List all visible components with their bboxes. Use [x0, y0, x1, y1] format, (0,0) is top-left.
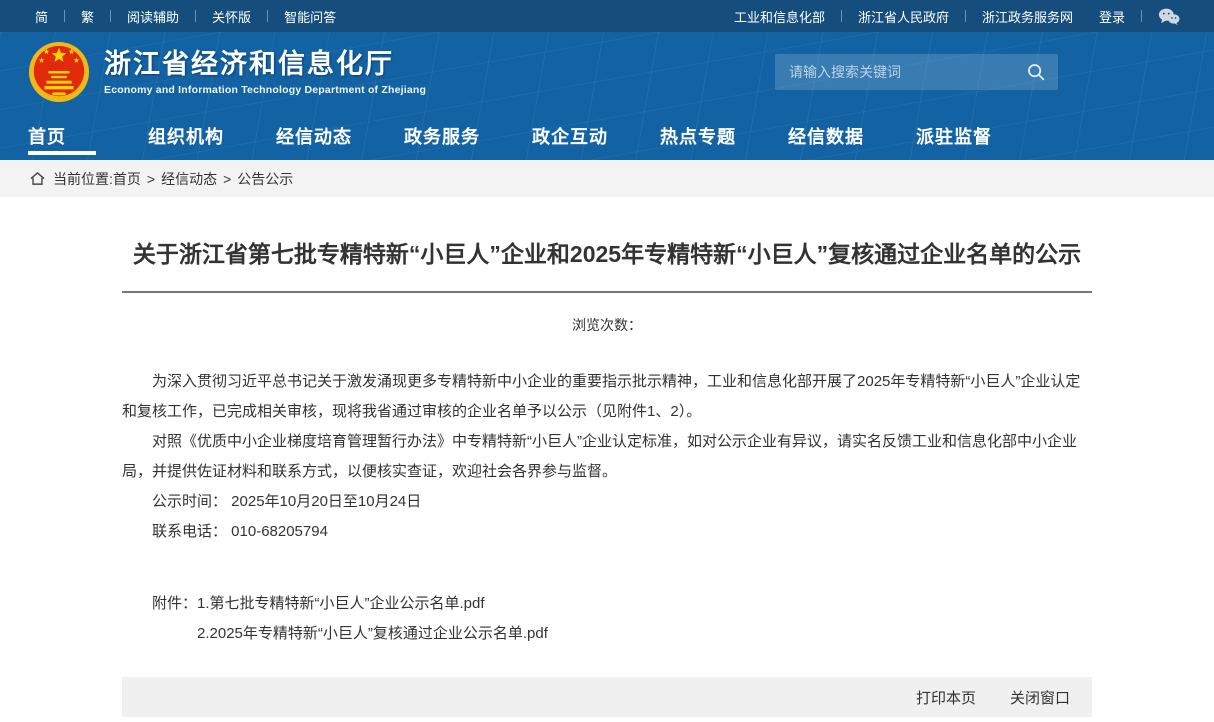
search-input[interactable] [789, 64, 1024, 80]
home-icon [30, 172, 45, 186]
nav-item-home[interactable]: 首页 [28, 112, 148, 160]
divider [267, 10, 268, 22]
divider [110, 10, 111, 22]
attachment-link-1[interactable]: 1.第七批专精特新“小巨人”企业公示名单.pdf [197, 589, 548, 619]
contact-phone: 联系电话： 010-68205794 [122, 517, 1092, 547]
wechat-icon[interactable] [1158, 7, 1180, 26]
link-smart-qa[interactable]: 智能问答 [284, 7, 336, 26]
nav-item-hot-topics[interactable]: 热点专题 [660, 112, 788, 160]
nav-item-eit-news[interactable]: 经信动态 [276, 112, 404, 160]
nav-item-eit-data[interactable]: 经信数据 [788, 112, 916, 160]
nav-item-organization[interactable]: 组织机构 [148, 112, 276, 160]
attachment-link-2[interactable]: 2.2025年专精特新“小巨人”复核通过企业公示名单.pdf [197, 619, 548, 649]
nav-item-dispatched-supervision[interactable]: 派驻监督 [916, 112, 1044, 160]
site-brand: 浙江省经济和信息化厅 Economy and Information Techn… [104, 48, 426, 96]
breadcrumb-separator: > [223, 171, 231, 187]
top-utility-bar: 简 繁 阅读辅助 关怀版 智能问答 工业和信息化部 浙江省人民政府 浙江政务服务… [0, 0, 1214, 32]
link-zhejiang-service-net[interactable]: 浙江政务服务网 [982, 7, 1073, 26]
breadcrumb: 当前位置:首页 > 经信动态 > 公告公示 [0, 160, 1214, 197]
main-nav: 首页 组织机构 经信动态 政务服务 政企互动 热点专题 经信数据 派驻监督 [0, 112, 1214, 160]
login-button[interactable]: 登录 [1099, 7, 1125, 26]
site-subtitle-en: Economy and Information Technology Depar… [104, 84, 426, 96]
link-miit[interactable]: 工业和信息化部 [734, 7, 825, 26]
site-header: 浙江省经济和信息化厅 Economy and Information Techn… [0, 32, 1214, 112]
link-zhejiang-gov[interactable]: 浙江省人民政府 [858, 7, 949, 26]
link-reading-aid[interactable]: 阅读辅助 [127, 7, 179, 26]
site-search [775, 54, 1058, 90]
divider [1141, 10, 1142, 22]
link-care-version[interactable]: 关怀版 [212, 7, 251, 26]
blue-header-wrap: 浙江省经济和信息化厅 Economy and Information Techn… [0, 32, 1214, 160]
divider [64, 10, 65, 22]
divider [841, 10, 842, 22]
breadcrumb-home[interactable]: 首页 [113, 169, 141, 189]
nav-item-gov-enterprise-interaction[interactable]: 政企互动 [532, 112, 660, 160]
paragraph: 为深入贯彻习近平总书记关于激发涌现更多专精特新中小企业的重要指示批示精神，工业和… [122, 367, 1092, 427]
title-divider [122, 291, 1092, 293]
site-title: 浙江省经济和信息化厅 [104, 48, 426, 80]
view-count-label: 浏览次数： [122, 315, 1092, 335]
print-page-button[interactable]: 打印本页 [916, 687, 976, 708]
attachments-label: 附件： [152, 589, 197, 649]
breadcrumb-announcements[interactable]: 公告公示 [237, 169, 293, 189]
breadcrumb-prefix: 当前位置: [53, 169, 113, 189]
attachments-block: 附件： 1.第七批专精特新“小巨人”企业公示名单.pdf 2.2025年专精特新… [122, 589, 1092, 649]
divider [195, 10, 196, 22]
topbar-left-links: 简 繁 阅读辅助 关怀版 智能问答 [35, 7, 336, 26]
national-emblem-logo [28, 41, 90, 103]
link-traditional-chinese[interactable]: 繁 [81, 7, 94, 26]
divider [965, 10, 966, 22]
nav-item-gov-services[interactable]: 政务服务 [404, 112, 532, 160]
article-container: 关于浙江省第七批专精特新“小巨人”企业和2025年专精特新“小巨人”复核通过企业… [122, 233, 1092, 717]
article-footer-bar: 打印本页 关闭窗口 [122, 677, 1092, 717]
publicity-period: 公示时间： 2025年10月20日至10月24日 [122, 487, 1092, 517]
breadcrumb-separator: > [147, 171, 155, 187]
paragraph: 对照《优质中小企业梯度培育管理暂行办法》中专精特新“小巨人”企业认定标准，如对公… [122, 427, 1092, 487]
attachments-list: 1.第七批专精特新“小巨人”企业公示名单.pdf 2.2025年专精特新“小巨人… [197, 589, 548, 649]
article-body: 为深入贯彻习近平总书记关于激发涌现更多专精特新中小企业的重要指示批示精神，工业和… [122, 367, 1092, 547]
breadcrumb-eit-news[interactable]: 经信动态 [161, 169, 217, 189]
topbar-right-links: 工业和信息化部 浙江省人民政府 浙江政务服务网 登录 [734, 7, 1180, 26]
article-title: 关于浙江省第七批专精特新“小巨人”企业和2025年专精特新“小巨人”复核通过企业… [122, 233, 1092, 275]
close-window-button[interactable]: 关闭窗口 [1010, 687, 1070, 708]
link-simplified-chinese[interactable]: 简 [35, 7, 48, 26]
search-icon[interactable] [1024, 60, 1048, 84]
